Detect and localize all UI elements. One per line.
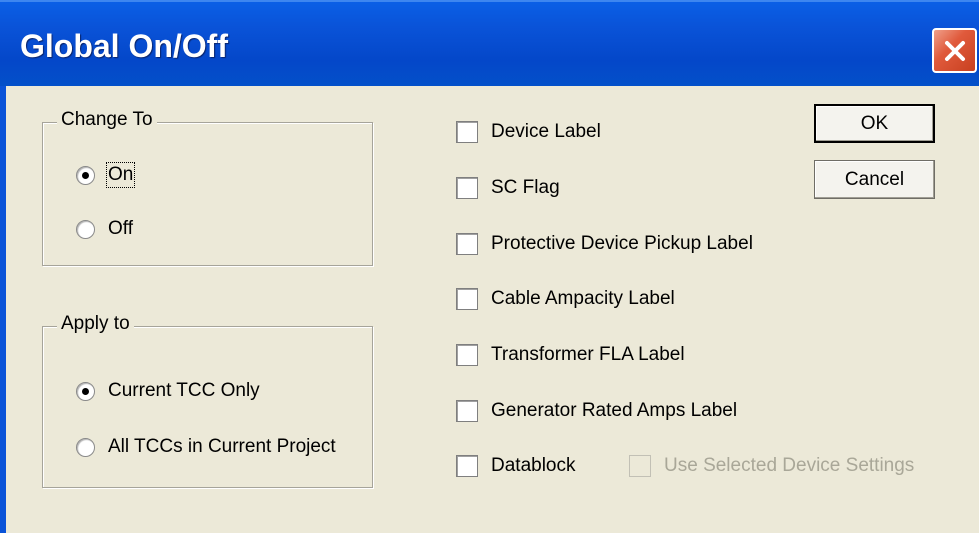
device-label-text: Device Label (491, 121, 601, 142)
global-on-off-dialog: Global On/Off Change To On Off Apply to … (0, 0, 979, 533)
radio-off-button[interactable] (76, 219, 95, 239)
check-cable-ampacity[interactable]: Cable Ampacity Label (456, 288, 675, 310)
protective-device-checkbox[interactable] (456, 233, 478, 255)
check-sc-flag[interactable]: SC Flag (456, 177, 560, 199)
radio-all-tccs-button[interactable] (76, 437, 95, 457)
cancel-button[interactable]: Cancel (814, 160, 935, 199)
datablock-text: Datablock (491, 455, 576, 476)
radio-selected-dot (82, 171, 89, 179)
title-bar[interactable]: Global On/Off (0, 0, 979, 86)
device-label-checkbox[interactable] (456, 121, 478, 143)
check-transformer-fla[interactable]: Transformer FLA Label (456, 344, 685, 366)
cable-ampacity-checkbox[interactable] (456, 288, 478, 310)
change-to-legend: Change To (57, 109, 157, 131)
radio-off[interactable]: Off (76, 218, 133, 240)
window-frame-left (0, 86, 6, 533)
protective-device-text: Protective Device Pickup Label (491, 233, 753, 254)
cable-ampacity-text: Cable Ampacity Label (491, 288, 675, 309)
check-protective-device[interactable]: Protective Device Pickup Label (456, 233, 753, 255)
check-generator-rated[interactable]: Generator Rated Amps Label (456, 400, 737, 422)
radio-selected-dot (82, 387, 89, 395)
use-selected-checkbox (629, 455, 651, 477)
window-title: Global On/Off (20, 28, 228, 64)
radio-on-label: On (105, 162, 136, 188)
transformer-fla-text: Transformer FLA Label (491, 344, 685, 365)
use-selected-text: Use Selected Device Settings (664, 455, 915, 476)
check-device-label[interactable]: Device Label (456, 121, 601, 143)
apply-to-group: Apply to (42, 313, 373, 488)
sc-flag-text: SC Flag (491, 177, 560, 198)
datablock-checkbox[interactable] (456, 455, 478, 477)
radio-on[interactable]: On (76, 162, 136, 188)
change-to-group: Change To (42, 109, 373, 266)
radio-all-tccs-label: All TCCs in Current Project (108, 436, 336, 457)
generator-rated-text: Generator Rated Amps Label (491, 400, 738, 421)
radio-current-tcc-label: Current TCC Only (108, 380, 260, 401)
radio-current-tcc-button[interactable] (76, 381, 95, 401)
radio-all-tccs[interactable]: All TCCs in Current Project (76, 436, 336, 458)
close-icon (944, 40, 965, 61)
radio-current-tcc[interactable]: Current TCC Only (76, 380, 260, 402)
transformer-fla-checkbox[interactable] (456, 344, 478, 366)
check-use-selected: Use Selected Device Settings (629, 455, 914, 477)
generator-rated-checkbox[interactable] (456, 400, 478, 422)
ok-button[interactable]: OK (814, 104, 935, 143)
close-button[interactable] (932, 28, 977, 73)
sc-flag-checkbox[interactable] (456, 177, 478, 199)
check-datablock[interactable]: Datablock (456, 455, 576, 477)
radio-off-label: Off (108, 218, 133, 239)
radio-on-button[interactable] (76, 165, 95, 185)
apply-to-legend: Apply to (57, 313, 134, 335)
